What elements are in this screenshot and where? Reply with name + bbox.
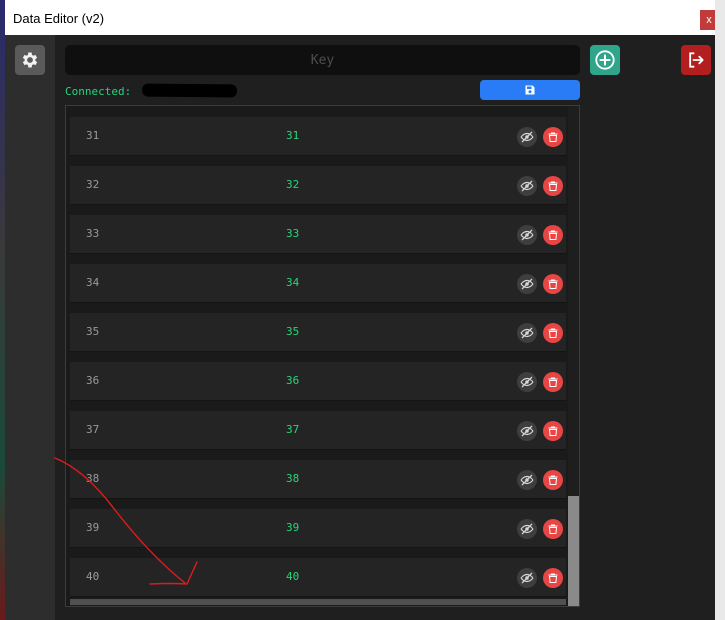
delete-row-button[interactable] — [543, 519, 563, 539]
eye-slash-icon — [520, 523, 534, 535]
gear-icon — [22, 52, 38, 68]
delete-row-button[interactable] — [543, 470, 563, 490]
row-key: 38 — [86, 472, 100, 485]
sidebar — [5, 35, 55, 620]
trash-icon — [548, 230, 558, 240]
row-key: 39 — [86, 521, 100, 534]
row-value[interactable]: 31 — [286, 129, 299, 142]
delete-row-button[interactable] — [543, 421, 563, 441]
toggle-visibility-button[interactable] — [517, 421, 537, 441]
toggle-visibility-button[interactable] — [517, 274, 537, 294]
row-value[interactable]: 35 — [286, 325, 299, 338]
table-row: 35 35 — [70, 312, 566, 352]
row-value[interactable]: 40 — [286, 570, 299, 583]
toggle-visibility-button[interactable] — [517, 323, 537, 343]
eye-slash-icon — [520, 376, 534, 388]
trash-icon — [548, 132, 558, 142]
data-list[interactable]: 31 31 32 32 33 33 34 34 35 35 36 36 37 3… — [65, 105, 580, 607]
table-row: 37 37 — [70, 410, 566, 450]
row-key: 31 — [86, 129, 100, 142]
eye-slash-icon — [520, 278, 534, 290]
eye-slash-icon — [520, 425, 534, 437]
table-row: 40 40 — [70, 557, 566, 597]
row-key: 32 — [86, 178, 100, 191]
trash-icon — [548, 524, 558, 534]
table-row: 39 39 — [70, 508, 566, 548]
toggle-visibility-button[interactable] — [517, 519, 537, 539]
connection-status: Connected: — [65, 85, 132, 98]
row-key: 35 — [86, 325, 100, 338]
data-editor-window: Data Editor (v2) x Connected: — [5, 0, 715, 620]
eye-slash-icon — [520, 474, 534, 486]
vertical-scrollbar[interactable] — [568, 106, 579, 606]
row-value[interactable]: 32 — [286, 178, 299, 191]
table-row: 32 32 — [70, 165, 566, 205]
table-row: 31 31 — [70, 116, 566, 156]
logout-icon — [689, 52, 704, 68]
delete-row-button[interactable] — [543, 274, 563, 294]
trash-icon — [548, 475, 558, 485]
title-bar[interactable]: Data Editor (v2) x — [5, 0, 715, 35]
toggle-visibility-button[interactable] — [517, 470, 537, 490]
save-button[interactable] — [480, 80, 580, 100]
toggle-visibility-button[interactable] — [517, 568, 537, 588]
row-value[interactable]: 33 — [286, 227, 299, 240]
exit-button[interactable] — [681, 45, 711, 75]
toggle-visibility-button[interactable] — [517, 127, 537, 147]
delete-row-button[interactable] — [543, 176, 563, 196]
delete-row-button[interactable] — [543, 323, 563, 343]
table-row: 34 34 — [70, 263, 566, 303]
row-key: 34 — [86, 276, 100, 289]
trash-icon — [548, 279, 558, 289]
eye-slash-icon — [520, 327, 534, 339]
trash-icon — [548, 377, 558, 387]
window-title: Data Editor (v2) — [13, 11, 105, 26]
table-row: 33 33 — [70, 214, 566, 254]
trash-icon — [548, 573, 558, 583]
eye-slash-icon — [520, 180, 534, 192]
row-key: 36 — [86, 374, 100, 387]
desktop-background-right — [715, 0, 725, 620]
toggle-visibility-button[interactable] — [517, 225, 537, 245]
delete-row-button[interactable] — [543, 568, 563, 588]
row-value[interactable]: 37 — [286, 423, 299, 436]
trash-icon — [548, 328, 558, 338]
eye-slash-icon — [520, 229, 534, 241]
trash-icon — [548, 426, 558, 436]
row-value[interactable]: 39 — [286, 521, 299, 534]
settings-button[interactable] — [15, 45, 45, 75]
horizontal-scrollbar[interactable] — [70, 599, 566, 605]
table-row: 38 38 — [70, 459, 566, 499]
row-value[interactable]: 38 — [286, 472, 299, 485]
redacted-connection-name — [141, 83, 238, 98]
delete-row-button[interactable] — [543, 372, 563, 392]
toggle-visibility-button[interactable] — [517, 176, 537, 196]
key-search-input[interactable] — [65, 45, 580, 75]
close-button[interactable]: x — [700, 10, 715, 30]
floppy-disk-icon — [525, 85, 535, 95]
delete-row-button[interactable] — [543, 225, 563, 245]
eye-slash-icon — [520, 131, 534, 143]
vertical-scroll-thumb[interactable] — [568, 496, 579, 606]
eye-slash-icon — [520, 572, 534, 584]
row-key: 33 — [86, 227, 100, 240]
plus-circle-icon — [595, 50, 615, 70]
row-value[interactable]: 34 — [286, 276, 299, 289]
row-key: 40 — [86, 570, 100, 583]
toggle-visibility-button[interactable] — [517, 372, 537, 392]
row-key: 37 — [86, 423, 100, 436]
row-value[interactable]: 36 — [286, 374, 299, 387]
add-entry-button[interactable] — [590, 45, 620, 75]
table-row: 36 36 — [70, 361, 566, 401]
trash-icon — [548, 181, 558, 191]
delete-row-button[interactable] — [543, 127, 563, 147]
